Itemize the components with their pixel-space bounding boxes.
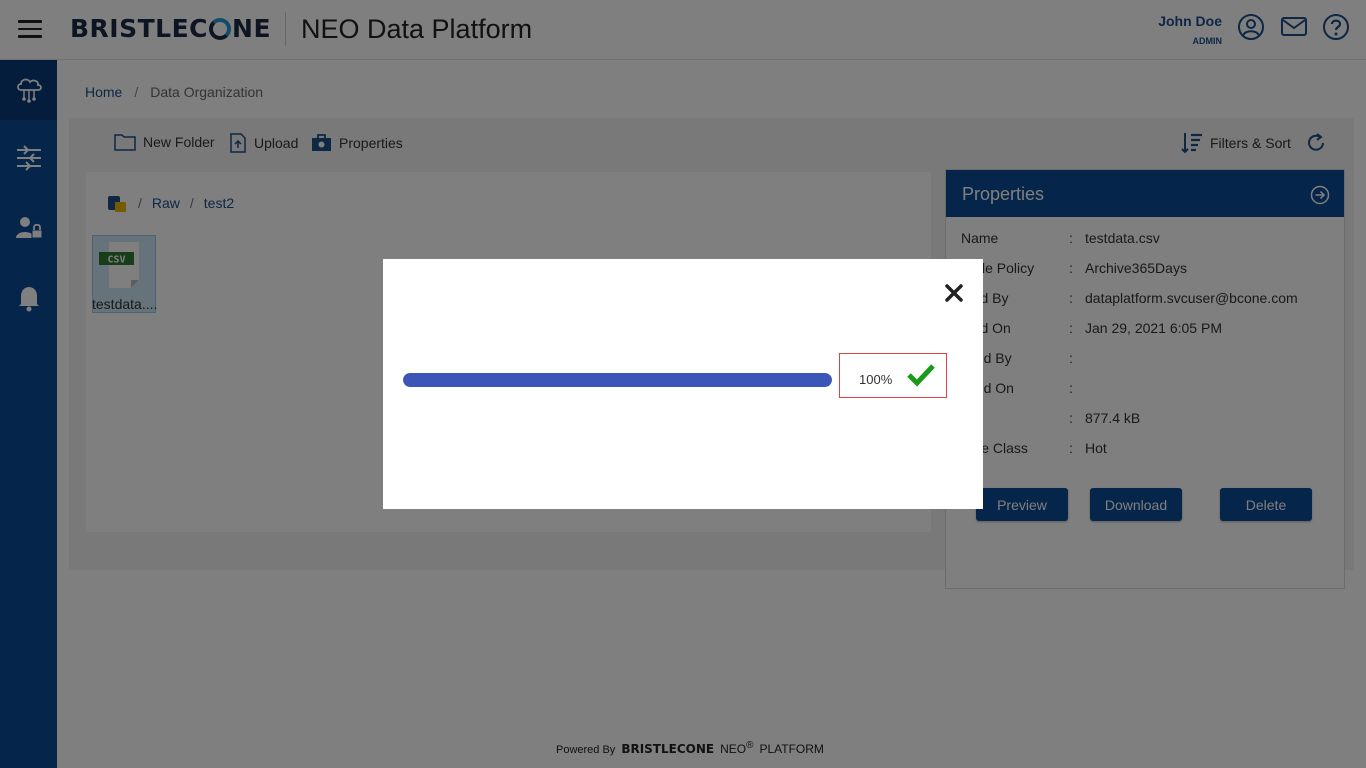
close-icon[interactable] — [944, 283, 964, 303]
progress-percent: 100% — [859, 372, 893, 387]
checkmark-icon — [907, 364, 935, 387]
upload-progress-dialog: 100% — [383, 259, 983, 509]
upload-progress-fill — [403, 373, 832, 387]
upload-progress-bar — [403, 373, 832, 387]
progress-status-box: 100% — [839, 353, 947, 398]
